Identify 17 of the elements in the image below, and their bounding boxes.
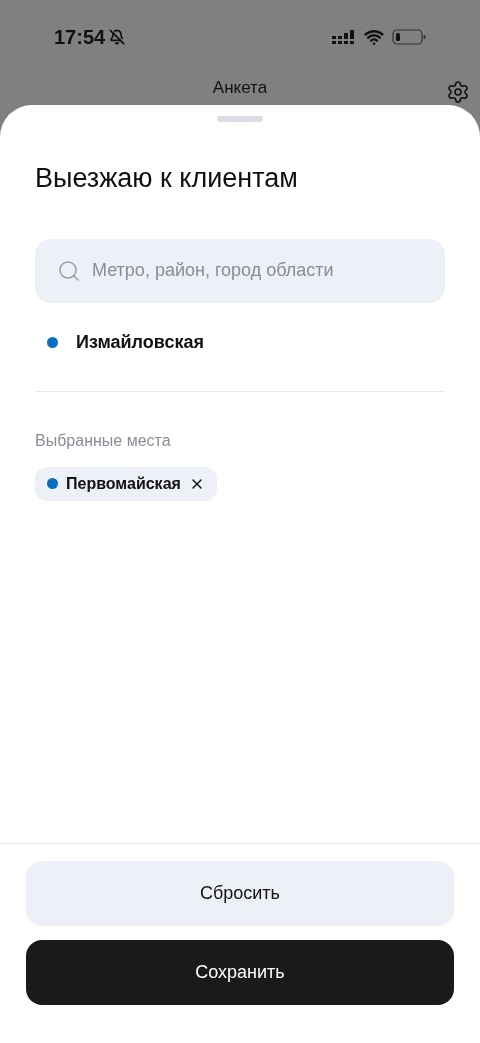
search-icon: [57, 258, 81, 283]
bell-muted-icon: [109, 29, 126, 45]
signal-icon: [332, 30, 356, 44]
place-chip[interactable]: Первомайская: [35, 466, 217, 501]
sheet-title: Выезжаю к клиентам: [35, 162, 299, 195]
wifi-icon: [364, 27, 384, 47]
drag-handle[interactable]: [217, 116, 263, 122]
search-result[interactable]: Измайловская: [35, 320, 445, 365]
save-button[interactable]: Сохранить: [26, 940, 454, 1005]
status-time: 17:54: [54, 25, 106, 50]
chip-label: Первомайская: [66, 473, 181, 494]
reset-button[interactable]: Сбросить: [26, 861, 454, 926]
section-label: Выбранные места: [35, 430, 172, 451]
header-title: Анкета: [212, 76, 268, 99]
settings-icon[interactable]: [446, 80, 470, 104]
battery-icon: [392, 29, 426, 45]
search-field[interactable]: Метро, район, город области: [35, 238, 445, 303]
